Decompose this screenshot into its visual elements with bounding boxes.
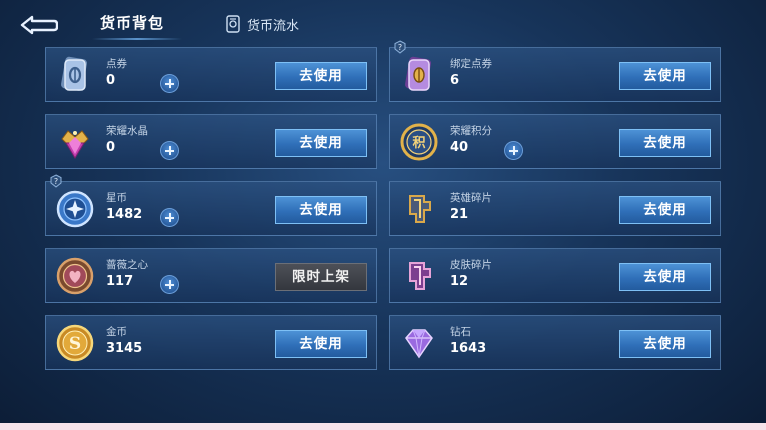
- currency-name: 金币: [106, 326, 127, 338]
- currency-card-pifu: 皮肤碎片 12 去使用: [389, 248, 721, 303]
- currency-card-yingxiong: 英雄碎片 21 去使用: [389, 181, 721, 236]
- use-bangding-button[interactable]: 去使用: [619, 62, 711, 90]
- title-underline: [92, 38, 182, 40]
- currency-amount: 0: [106, 140, 116, 155]
- svg-text:?: ?: [54, 177, 58, 186]
- honor-points-icon: 积: [398, 121, 440, 163]
- currency-name: 英雄碎片: [450, 192, 492, 204]
- add-jifen-button[interactable]: [504, 141, 523, 160]
- back-button[interactable]: [18, 12, 59, 36]
- currency-card-shuijing: 荣耀水晶 0 去使用: [45, 114, 377, 169]
- use-jifen-button[interactable]: 去使用: [619, 129, 711, 157]
- currency-name: 荣耀积分: [450, 125, 492, 137]
- currency-amount: 21: [450, 207, 469, 222]
- currency-name: 点券: [106, 58, 127, 70]
- use-shuijing-button[interactable]: 去使用: [275, 129, 367, 157]
- svg-text:S: S: [69, 334, 81, 354]
- rose-heart-coin-icon: [54, 255, 96, 297]
- add-shuijing-button[interactable]: [160, 141, 179, 160]
- currency-card-dianjuan: 点券 0 去使用: [45, 47, 377, 102]
- use-pifu-button[interactable]: 去使用: [619, 263, 711, 291]
- currency-card-bangding: ? 绑定点券 6 去使用: [389, 40, 721, 102]
- use-yingxiong-button[interactable]: 去使用: [619, 196, 711, 224]
- voucher-card-icon: [54, 54, 96, 96]
- help-question-icon[interactable]: ?: [50, 174, 62, 188]
- currency-amount: 0: [106, 73, 116, 88]
- add-qiangwei-button[interactable]: [160, 275, 179, 294]
- currency-amount: 6: [450, 73, 460, 88]
- currency-name: 蔷薇之心: [106, 259, 148, 271]
- currency-card-jifen: 积 荣耀积分 40 去使用: [389, 114, 721, 169]
- currency-name: 绑定点券: [450, 58, 492, 70]
- currency-card-qiangwei: 蔷薇之心 117 限时上架: [45, 248, 377, 303]
- currency-name: 荣耀水晶: [106, 125, 148, 137]
- bottom-strip: [0, 423, 766, 430]
- use-jinbi-button[interactable]: 去使用: [275, 330, 367, 358]
- hero-fragment-icon: [398, 188, 440, 230]
- svg-text:?: ?: [398, 43, 402, 52]
- currency-amount: 1643: [450, 341, 487, 356]
- page-title: 货币背包: [100, 14, 165, 32]
- currency-amount: 1482: [106, 207, 143, 222]
- currency-history-label: 货币流水: [247, 18, 300, 34]
- add-dianjuan-button[interactable]: [160, 74, 179, 93]
- currency-card-zuanshi: 钻石 1643 去使用: [389, 315, 721, 370]
- use-xingbi-button[interactable]: 去使用: [275, 196, 367, 224]
- bound-voucher-icon: [398, 54, 440, 96]
- currency-name: 星币: [106, 192, 127, 204]
- currency-name: 皮肤碎片: [450, 259, 492, 271]
- currency-card-jinbi: S 金币 3145 去使用: [45, 315, 377, 370]
- back-arrow-icon: [20, 15, 59, 35]
- use-zuanshi-button[interactable]: 去使用: [619, 330, 711, 358]
- use-dianjuan-button[interactable]: 去使用: [275, 62, 367, 90]
- currency-history-tab[interactable]: 货币流水: [226, 13, 299, 35]
- gold-coin-icon: S: [54, 322, 96, 364]
- help-question-icon[interactable]: ?: [394, 40, 406, 54]
- star-coin-icon: [54, 188, 96, 230]
- add-xingbi-button[interactable]: [160, 208, 179, 227]
- crystal-icon: [54, 121, 96, 163]
- svg-text:积: 积: [412, 135, 425, 151]
- limited-time-button: 限时上架: [275, 263, 367, 291]
- currency-amount: 3145: [106, 341, 143, 356]
- currency-card-xingbi: ? 星币 1482 去使用: [45, 174, 377, 236]
- currency-amount: 40: [450, 140, 469, 155]
- diamond-icon: [398, 322, 440, 364]
- currency-name: 钻石: [450, 326, 471, 338]
- ledger-icon: [226, 15, 240, 33]
- currency-amount: 117: [106, 274, 134, 289]
- skin-fragment-icon: [398, 255, 440, 297]
- currency-amount: 12: [450, 274, 469, 289]
